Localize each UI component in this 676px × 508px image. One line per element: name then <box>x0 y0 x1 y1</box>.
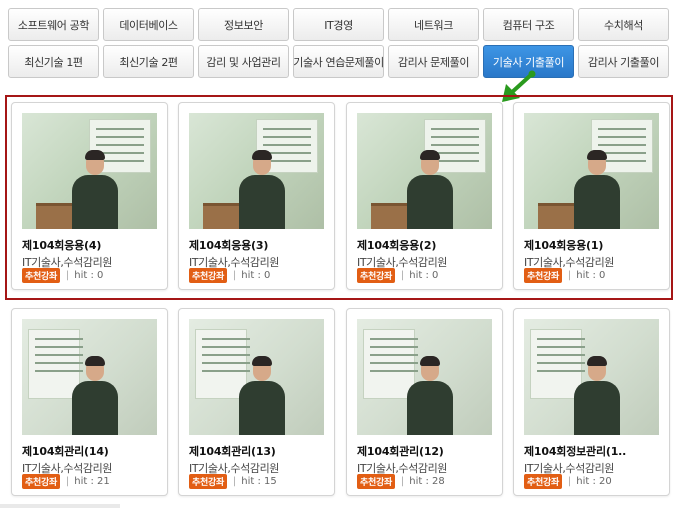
lecture-title[interactable]: 제104회응용(4) <box>22 237 164 253</box>
lecture-meta: 추천강좌 | hit : 15 <box>189 474 277 489</box>
lecture-meta: 추천강좌 | hit : 0 <box>22 268 103 283</box>
hit-count: | hit : 21 <box>65 476 110 487</box>
category-tabs: 소프트웨어 공학 데이터베이스 정보보안 IT경영 네트워크 컴퓨터 구조 수치… <box>8 8 672 82</box>
recommended-badge: 추천강좌 <box>189 268 227 283</box>
recommended-badge: 추천강좌 <box>22 268 60 283</box>
tab-database[interactable]: 데이터베이스 <box>103 8 194 41</box>
lecture-thumbnail[interactable] <box>524 319 659 435</box>
lecture-meta: 추천강좌 | hit : 0 <box>524 268 605 283</box>
tab-row-2: 최신기술 1편 최신기술 2편 감리 및 사업관리 기술사 연습문제풀이 감리사… <box>8 45 672 78</box>
lecture-card[interactable]: 제104회관리(13) IT기술사,수석감리원 추천강좌 | hit : 15 <box>178 308 335 496</box>
lecture-thumbnail[interactable] <box>22 319 157 435</box>
tab-latest-tech-1[interactable]: 최신기술 1편 <box>8 45 99 78</box>
lecture-card[interactable]: 제104회관리(14) IT기술사,수석감리원 추천강좌 | hit : 21 <box>11 308 168 496</box>
recommended-badge: 추천강좌 <box>22 474 60 489</box>
lecture-title[interactable]: 제104회관리(12) <box>357 443 499 459</box>
lecture-title[interactable]: 제104회응용(1) <box>524 237 666 253</box>
lecture-title[interactable]: 제104회응용(2) <box>357 237 499 253</box>
lecture-title[interactable]: 제104회정보관리(1.. <box>524 443 666 459</box>
lecture-thumbnail[interactable] <box>189 319 324 435</box>
recommended-badge: 추천강좌 <box>524 474 562 489</box>
lecture-thumbnail[interactable] <box>357 319 492 435</box>
lecture-meta: 추천강좌 | hit : 20 <box>524 474 612 489</box>
lecture-card[interactable]: 제104회응용(4) IT기술사,수석감리원 추천강좌 | hit : 0 <box>11 102 168 290</box>
hit-count: | hit : 0 <box>400 270 439 281</box>
hit-count: | hit : 0 <box>65 270 104 281</box>
tab-it-management[interactable]: IT경영 <box>293 8 384 41</box>
lecture-meta: 추천강좌 | hit : 0 <box>357 268 438 283</box>
tab-row-1: 소프트웨어 공학 데이터베이스 정보보안 IT경영 네트워크 컴퓨터 구조 수치… <box>8 8 672 41</box>
tab-latest-tech-2[interactable]: 최신기술 2편 <box>103 45 194 78</box>
lecture-card[interactable]: 제104회응용(1) IT기술사,수석감리원 추천강좌 | hit : 0 <box>513 102 670 290</box>
hit-count: | hit : 15 <box>232 476 277 487</box>
lecture-thumbnail[interactable] <box>189 113 324 229</box>
lecture-card[interactable]: 제104회정보관리(1.. IT기술사,수석감리원 추천강좌 | hit : 20 <box>513 308 670 496</box>
lecture-card[interactable]: 제104회관리(12) IT기술사,수석감리원 추천강좌 | hit : 28 <box>346 308 503 496</box>
tab-pe-practice-problems[interactable]: 기술사 연습문제풀이 <box>293 45 384 78</box>
tab-software-engineering[interactable]: 소프트웨어 공학 <box>8 8 99 41</box>
lecture-title[interactable]: 제104회관리(13) <box>189 443 331 459</box>
hit-count: | hit : 20 <box>567 476 612 487</box>
lecture-meta: 추천강좌 | hit : 28 <box>357 474 445 489</box>
lecture-meta: 추천강좌 | hit : 21 <box>22 474 110 489</box>
recommended-badge: 추천강좌 <box>357 474 395 489</box>
tab-auditor-past-exams[interactable]: 감리사 기출풀이 <box>578 45 669 78</box>
hit-count: | hit : 28 <box>400 476 445 487</box>
lecture-thumbnail[interactable] <box>22 113 157 229</box>
recommended-badge: 추천강좌 <box>524 268 562 283</box>
horizontal-scrollbar[interactable] <box>0 504 120 508</box>
lecture-card[interactable]: 제104회응용(3) IT기술사,수석감리원 추천강좌 | hit : 0 <box>178 102 335 290</box>
hit-count: | hit : 0 <box>567 270 606 281</box>
lecture-meta: 추천강좌 | hit : 0 <box>189 268 270 283</box>
tab-computer-architecture[interactable]: 컴퓨터 구조 <box>483 8 574 41</box>
tab-network[interactable]: 네트워크 <box>388 8 479 41</box>
lecture-title[interactable]: 제104회관리(14) <box>22 443 164 459</box>
recommended-badge: 추천강좌 <box>189 474 227 489</box>
lecture-title[interactable]: 제104회응용(3) <box>189 237 331 253</box>
recommended-badge: 추천강좌 <box>357 268 395 283</box>
lecture-card[interactable]: 제104회응용(2) IT기술사,수석감리원 추천강좌 | hit : 0 <box>346 102 503 290</box>
lecture-thumbnail[interactable] <box>524 113 659 229</box>
tab-audit-project-management[interactable]: 감리 및 사업관리 <box>198 45 289 78</box>
tab-auditor-problems[interactable]: 감리사 문제풀이 <box>388 45 479 78</box>
lecture-thumbnail[interactable] <box>357 113 492 229</box>
tab-numerical-analysis[interactable]: 수치해석 <box>578 8 669 41</box>
hit-count: | hit : 0 <box>232 270 271 281</box>
tab-information-security[interactable]: 정보보안 <box>198 8 289 41</box>
